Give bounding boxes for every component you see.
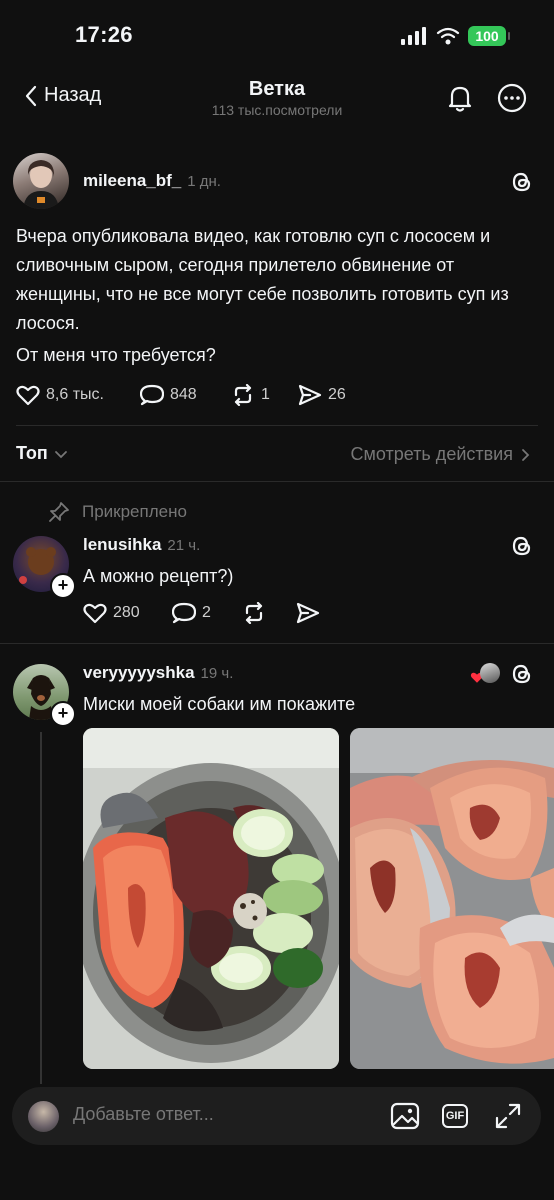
- battery-icon: 100: [468, 26, 510, 46]
- more-options-icon[interactable]: [496, 82, 528, 114]
- expand-icon[interactable]: [494, 1102, 522, 1130]
- status-time: 17:26: [75, 22, 133, 47]
- thread-line: [40, 732, 42, 1084]
- bell-icon[interactable]: [444, 82, 476, 114]
- threads-icon[interactable]: [510, 662, 534, 686]
- divider: [16, 425, 538, 426]
- reply-share-button[interactable]: [296, 602, 320, 624]
- threads-icon[interactable]: [510, 170, 534, 194]
- status-icons: 100: [400, 26, 510, 46]
- reply-username[interactable]: lenusihka: [83, 535, 161, 555]
- signal-icon: [400, 27, 428, 45]
- reply-username[interactable]: veryyyyyshka: [83, 663, 195, 683]
- repost-icon: [242, 602, 266, 624]
- like-count: 8,6 тыс.: [46, 386, 104, 403]
- repost-button[interactable]: 1: [231, 384, 270, 406]
- reply-like-button[interactable]: 280: [83, 602, 140, 624]
- reply-repost-button[interactable]: [242, 602, 266, 624]
- reply-photo[interactable]: [350, 728, 554, 1069]
- comment-icon: [140, 384, 164, 406]
- reply-comment-count: 2: [202, 604, 211, 621]
- view-activity-link[interactable]: Смотреть действия: [351, 444, 530, 465]
- like-button[interactable]: 8,6 тыс.: [16, 384, 104, 406]
- reply-text: Миски моей собаки им покажите: [83, 694, 356, 714]
- post-text: Вчера опубликовала видео, как готовлю су…: [16, 226, 509, 333]
- reply-time: 19 ч.: [200, 665, 234, 682]
- reply-photo[interactable]: [83, 728, 339, 1069]
- share-button[interactable]: 26: [298, 384, 346, 406]
- reply-text: А можно рецепт?): [83, 566, 234, 586]
- pinned-label: Прикреплено: [82, 502, 187, 521]
- comment-button[interactable]: 848: [140, 384, 197, 406]
- comment-count: 848: [170, 386, 197, 403]
- reply-input[interactable]: Добавьте ответ...: [73, 1104, 214, 1125]
- sort-dropdown[interactable]: Топ: [16, 443, 68, 464]
- author-liked-indicator: [470, 663, 500, 685]
- post-author-avatar[interactable]: [13, 153, 69, 209]
- author-mini-avatar: [480, 663, 500, 683]
- comment-icon: [172, 602, 196, 624]
- share-count: 26: [328, 386, 346, 403]
- send-icon: [296, 602, 320, 624]
- divider: [0, 643, 554, 644]
- follow-plus-icon[interactable]: +: [50, 701, 76, 727]
- threads-icon[interactable]: [510, 534, 534, 558]
- reply-like-count: 280: [113, 604, 140, 621]
- post-time: 1 дн.: [187, 173, 221, 190]
- gif-button[interactable]: GIF: [442, 1104, 468, 1128]
- follow-plus-icon[interactable]: +: [50, 573, 76, 599]
- divider: [0, 481, 554, 482]
- reply-avatar-wrap[interactable]: +: [13, 664, 76, 727]
- sort-label: Топ: [16, 443, 48, 463]
- heart-icon: [83, 602, 107, 624]
- reply-comment-button[interactable]: 2: [172, 602, 211, 624]
- view-activity-label: Смотреть действия: [350, 444, 513, 464]
- repost-count: 1: [261, 386, 270, 403]
- post-username[interactable]: mileena_bf_: [83, 171, 181, 191]
- image-attach-icon[interactable]: [390, 1102, 420, 1130]
- chevron-right-icon: [521, 448, 530, 462]
- chevron-down-icon: [54, 449, 68, 459]
- current-user-avatar: [28, 1101, 59, 1132]
- pinned-indicator: Прикреплено: [48, 501, 187, 523]
- post-question: От меня что требуется?: [16, 345, 216, 365]
- reply-avatar-wrap[interactable]: +: [13, 536, 76, 599]
- send-icon: [298, 384, 322, 406]
- heart-icon: [16, 384, 40, 406]
- reply-time: 21 ч.: [167, 537, 201, 554]
- repost-icon: [231, 384, 255, 406]
- pin-icon: [48, 501, 70, 523]
- wifi-icon: [436, 27, 460, 45]
